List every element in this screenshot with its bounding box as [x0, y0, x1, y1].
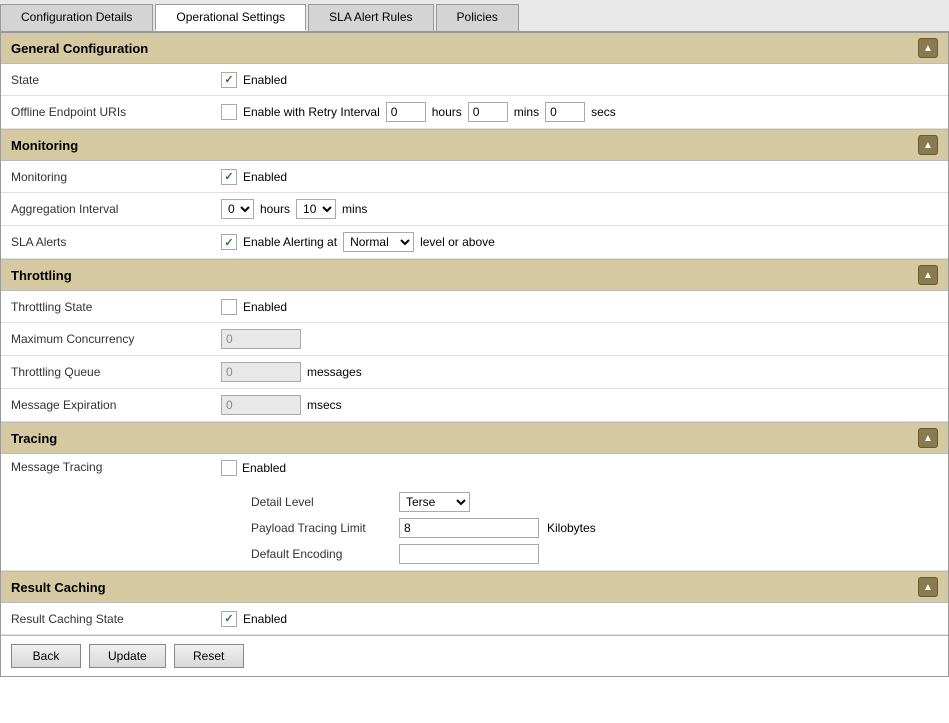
throttling-state-row: Throttling State Enabled: [1, 291, 948, 323]
tab-bar: Configuration Details Operational Settin…: [0, 0, 949, 33]
max-concurrency-input[interactable]: [221, 329, 301, 349]
throttling-collapse-button[interactable]: ▲: [918, 265, 938, 285]
monitoring-checkbox[interactable]: [221, 169, 237, 185]
aggregation-interval-value: 012 hours 10152030 mins: [221, 199, 938, 219]
offline-hours-input[interactable]: [386, 102, 426, 122]
message-expiration-row: Message Expiration msecs: [1, 389, 948, 422]
message-expiration-value: msecs: [221, 395, 938, 415]
throttling-queue-value: messages: [221, 362, 938, 382]
message-tracing-checkbox[interactable]: [221, 460, 237, 476]
sla-alerts-row: SLA Alerts Enable Alerting at NormalWarn…: [1, 226, 948, 259]
sla-level-select[interactable]: NormalWarningCritical: [343, 232, 414, 252]
monitoring-value: Enabled: [221, 169, 938, 185]
tab-configuration-details[interactable]: Configuration Details: [0, 4, 153, 31]
payload-limit-row: Payload Tracing Limit Kilobytes: [251, 518, 596, 538]
aggregation-hours-select[interactable]: 012: [221, 199, 254, 219]
default-encoding-row: Default Encoding: [251, 544, 596, 564]
message-expiration-input[interactable]: [221, 395, 301, 415]
max-concurrency-value: [221, 329, 938, 349]
sla-alerts-checkbox[interactable]: [221, 234, 237, 250]
monitoring-header: Monitoring ▲: [1, 129, 948, 161]
state-checkbox[interactable]: [221, 72, 237, 88]
result-caching-state-value: Enabled: [221, 611, 938, 627]
reset-button[interactable]: Reset: [174, 644, 244, 668]
tracing-collapse-button[interactable]: ▲: [918, 428, 938, 448]
detail-level-row: Detail Level TerseNormalVerbose: [251, 492, 596, 512]
offline-endpoint-checkbox[interactable]: [221, 104, 237, 120]
tracing-sub-fields: Detail Level TerseNormalVerbose Payload …: [251, 486, 596, 564]
tab-policies[interactable]: Policies: [436, 4, 519, 31]
throttling-state-checkbox[interactable]: [221, 299, 237, 315]
state-label: State: [11, 73, 221, 87]
monitoring-collapse-button[interactable]: ▲: [918, 135, 938, 155]
throttling-queue-row: Throttling Queue messages: [1, 356, 948, 389]
aggregation-mins-select[interactable]: 10152030: [296, 199, 336, 219]
message-tracing-value: Enabled Detail Level TerseNormalVerbose …: [221, 460, 938, 564]
payload-limit-input[interactable]: [399, 518, 539, 538]
content-area: General Configuration ▲ State Enabled Of…: [0, 33, 949, 677]
throttling-header: Throttling ▲: [1, 259, 948, 291]
aggregation-interval-row: Aggregation Interval 012 hours 10152030 …: [1, 193, 948, 226]
result-caching-state-checkbox[interactable]: [221, 611, 237, 627]
message-expiration-label: Message Expiration: [11, 398, 221, 412]
offline-mins-input[interactable]: [468, 102, 508, 122]
aggregation-interval-label: Aggregation Interval: [11, 202, 221, 216]
throttling-queue-input[interactable]: [221, 362, 301, 382]
tab-sla-alert-rules[interactable]: SLA Alert Rules: [308, 4, 433, 31]
throttling-queue-label: Throttling Queue: [11, 365, 221, 379]
result-caching-collapse-button[interactable]: ▲: [918, 577, 938, 597]
result-caching-state-row: Result Caching State Enabled: [1, 603, 948, 635]
monitoring-label: Monitoring: [11, 170, 221, 184]
offline-secs-input[interactable]: [545, 102, 585, 122]
general-collapse-button[interactable]: ▲: [918, 38, 938, 58]
throttling-state-label: Throttling State: [11, 300, 221, 314]
tab-operational-settings[interactable]: Operational Settings: [155, 4, 306, 31]
default-encoding-input[interactable]: [399, 544, 539, 564]
back-button[interactable]: Back: [11, 644, 81, 668]
offline-endpoint-row: Offline Endpoint URIs Enable with Retry …: [1, 96, 948, 129]
max-concurrency-row: Maximum Concurrency: [1, 323, 948, 356]
button-bar: Back Update Reset: [1, 635, 948, 676]
message-tracing-label: Message Tracing: [11, 460, 221, 474]
tracing-header: Tracing ▲: [1, 422, 948, 454]
throttling-state-value: Enabled: [221, 299, 938, 315]
offline-endpoint-label: Offline Endpoint URIs: [11, 105, 221, 119]
state-value: Enabled: [221, 72, 938, 88]
sla-alerts-value: Enable Alerting at NormalWarningCritical…: [221, 232, 938, 252]
message-tracing-row: Message Tracing Enabled Detail Level Ter…: [1, 454, 948, 571]
detail-level-select[interactable]: TerseNormalVerbose: [399, 492, 470, 512]
result-caching-state-label: Result Caching State: [11, 612, 221, 626]
result-caching-header: Result Caching ▲: [1, 571, 948, 603]
max-concurrency-label: Maximum Concurrency: [11, 332, 221, 346]
sla-alerts-label: SLA Alerts: [11, 235, 221, 249]
update-button[interactable]: Update: [89, 644, 166, 668]
offline-endpoint-value: Enable with Retry Interval hours mins se…: [221, 102, 938, 122]
monitoring-row: Monitoring Enabled: [1, 161, 948, 193]
state-row: State Enabled: [1, 64, 948, 96]
message-tracing-checkbox-wrapper: Enabled: [221, 460, 286, 476]
general-config-header: General Configuration ▲: [1, 33, 948, 64]
